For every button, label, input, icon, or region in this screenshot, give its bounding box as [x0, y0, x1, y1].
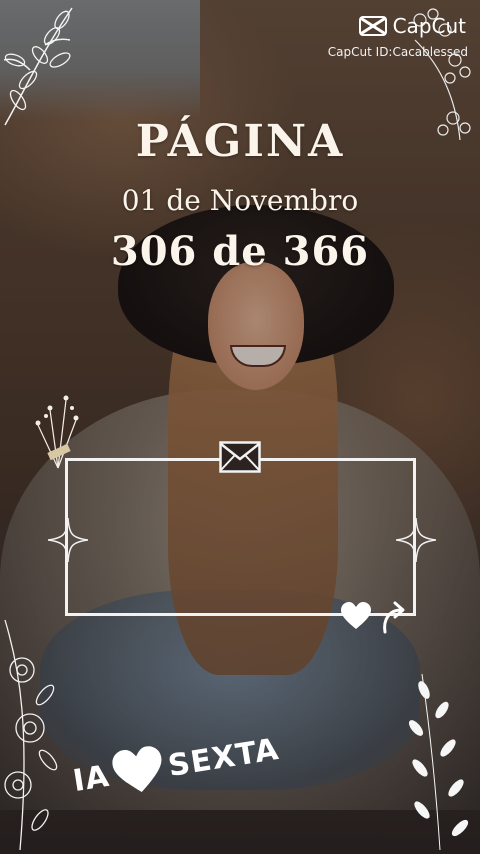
capcut-logo: CapCut: [358, 14, 466, 38]
envelope-icon: [219, 441, 261, 473]
capcut-id-text: CapCut ID:Cacablessed: [327, 45, 468, 59]
floral-top-left-icon: [3, 7, 73, 126]
floral-bottom-right-icon: [408, 673, 469, 851]
sparkle-icon: [48, 518, 88, 562]
date-text: 01 de Novembro: [121, 184, 359, 217]
capcut-logo-icon: [358, 16, 387, 36]
share-arrow-icon[interactable]: [379, 600, 409, 634]
floral-bottom-left-icon: [4, 619, 58, 851]
sparkle-icon: [396, 518, 436, 562]
dried-flowers-icon: [35, 395, 79, 469]
page-title: PÁGINA: [135, 116, 345, 167]
message-frame: [65, 458, 416, 616]
video-frame: CapCut CapCut ID:Cacablessed PÁGINA 01 d…: [0, 0, 480, 854]
heart-icon: [112, 746, 162, 792]
heart-icon[interactable]: [341, 602, 371, 630]
page-counter: 306 de 366: [110, 228, 370, 275]
sticker-left-text: IA: [70, 758, 112, 799]
capcut-brand-text: CapCut: [392, 14, 466, 38]
